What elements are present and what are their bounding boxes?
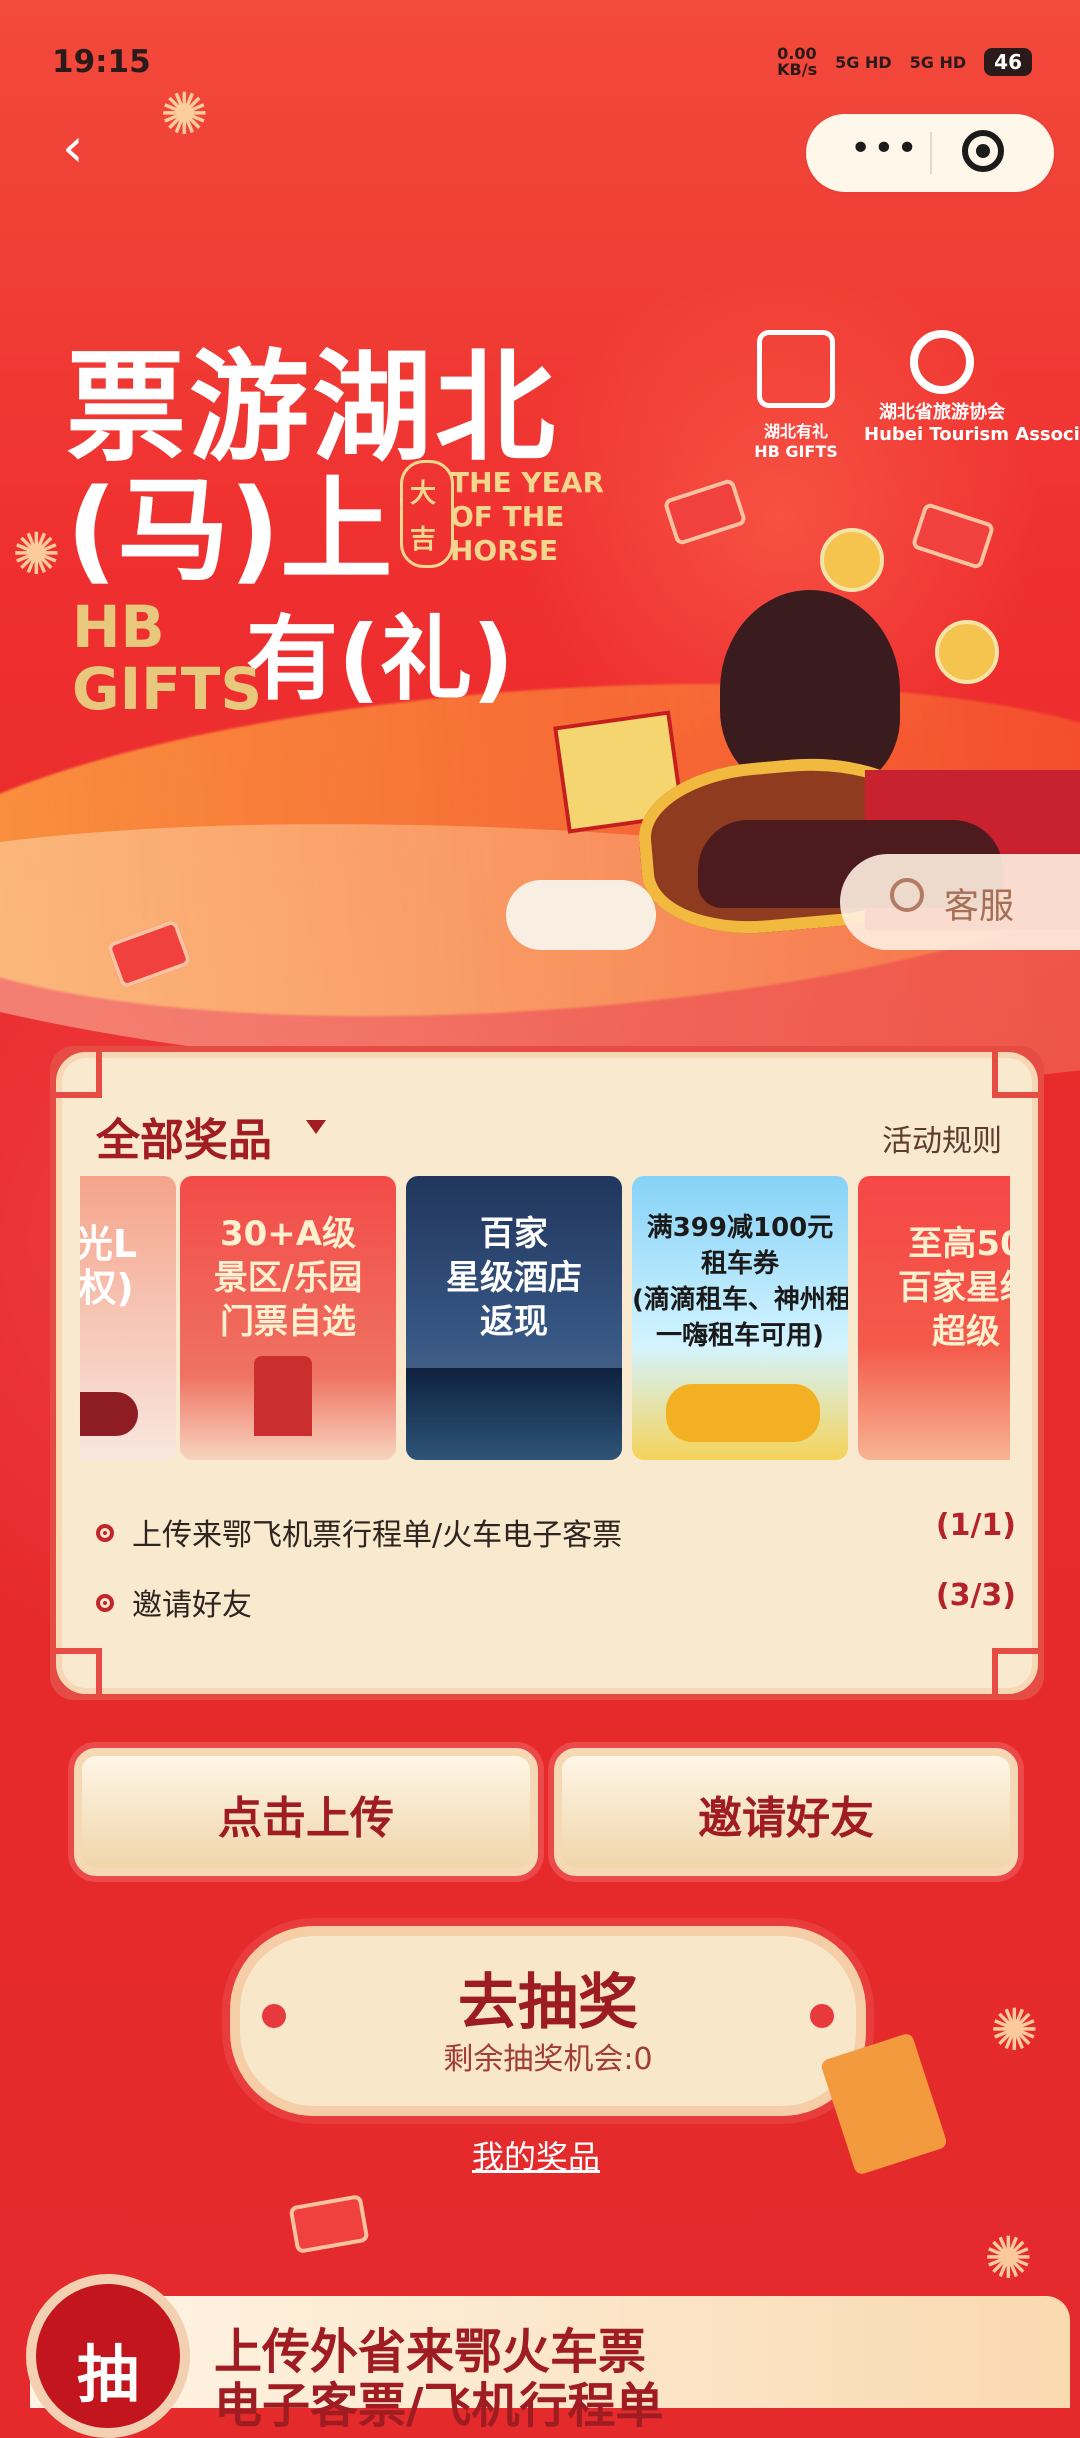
hb-gifts-label: HB GIFTS bbox=[72, 593, 263, 723]
prize-card[interactable]: 百家 星级酒店 返现 bbox=[406, 1176, 622, 1460]
firework-icon: ✺ bbox=[12, 520, 61, 588]
tourism-association-logo: 湖北省旅游协会 Hubei Tourism Association bbox=[864, 330, 1080, 446]
draw-button[interactable]: 去抽奖 剩余抽奖机会:0 bbox=[222, 1918, 874, 2124]
panel-corner bbox=[992, 1046, 1044, 1098]
headset-icon bbox=[890, 878, 924, 912]
task-progress: (3/3) bbox=[935, 1578, 1016, 1613]
firework-icon: ✺ bbox=[984, 2224, 1033, 2292]
prize-card[interactable]: 30+A级 景区/乐园 门票自选 bbox=[180, 1176, 396, 1460]
invite-button-label: 邀请好友 bbox=[698, 1793, 874, 1844]
task-list: 上传来鄂飞机票行程单/火车电子客票 (1/1) 邀请好友 (3/3) bbox=[96, 1504, 1016, 1644]
network-speed: 0.00 KB/s bbox=[777, 44, 818, 79]
bottom-banner-line-2: 电子客票/飞机行程单 bbox=[214, 2378, 664, 2434]
remaining-draw-count: 剩余抽奖机会:0 bbox=[443, 2042, 653, 2077]
seal-bottom-char: 吉 bbox=[410, 525, 437, 555]
panel-corner bbox=[50, 1648, 102, 1700]
year-of-horse-label: THE YEAR OF THE HORSE bbox=[450, 466, 605, 567]
signal-5g-2: 5G HD bbox=[909, 52, 967, 72]
task-label: 上传来鄂飞机票行程单/火车电子客票 bbox=[132, 1518, 623, 1553]
bullet-icon bbox=[96, 1594, 114, 1612]
caret-down-icon[interactable] bbox=[306, 1120, 326, 1134]
status-icons: 0.00 KB/s 5G HD 5G HD 46 bbox=[777, 46, 1032, 78]
hero-title-line-2: (马)上 bbox=[66, 466, 393, 596]
car-image bbox=[80, 1392, 138, 1436]
customer-service-button[interactable]: 客服 bbox=[840, 854, 1080, 950]
prize-panel: 全部奖品 活动规则 团追光L 使用权) 30+A级 景区/乐园 门票自选 百家 … bbox=[50, 1046, 1044, 1700]
prize-card[interactable]: 至高50 百家星级 超级 bbox=[858, 1176, 1010, 1460]
task-item: 邀请好友 (3/3) bbox=[96, 1574, 1016, 1644]
logo1-text: 湖北有礼 HB GIFTS bbox=[754, 422, 838, 461]
my-prizes-link[interactable]: 我的奖品 bbox=[472, 2132, 600, 2178]
prize-card-title: 30+A级 景区/乐园 门票自选 bbox=[213, 1214, 363, 1342]
signal-5g-1: 5G HD bbox=[835, 52, 892, 72]
prize-carousel[interactable]: 团追光L 使用权) 30+A级 景区/乐园 门票自选 百家 星级酒店 返现 满3… bbox=[80, 1176, 1010, 1460]
horse-logo-icon bbox=[757, 330, 835, 408]
cloud-illustration bbox=[506, 880, 656, 950]
firework-icon: ✺ bbox=[990, 1996, 1039, 2064]
task-label: 邀请好友 bbox=[132, 1588, 252, 1623]
more-dots-icon[interactable]: ••• bbox=[850, 128, 920, 169]
prize-card-title: 团追光L 使用权) bbox=[80, 1222, 138, 1310]
invite-friends-button[interactable]: 邀请好友 bbox=[548, 1742, 1024, 1882]
prize-card-title: 百家 星级酒店 返现 bbox=[446, 1214, 582, 1342]
panel-corner bbox=[50, 1046, 102, 1098]
prize-card[interactable]: 满399减100元 租车券 (滴滴租车、神州租车、 一嗨租车可用) bbox=[632, 1176, 848, 1460]
prize-card-title: 至高50 百家星级 超级 bbox=[898, 1224, 1010, 1352]
task-item: 上传来鄂飞机票行程单/火车电子客票 (1/1) bbox=[96, 1504, 1016, 1574]
draw-badge: 抽 bbox=[26, 2274, 190, 2438]
coin-icon bbox=[935, 620, 999, 684]
seal-top-char: 大 bbox=[410, 479, 437, 509]
draw-badge-text: 抽 bbox=[76, 2338, 139, 2411]
activity-rules-link[interactable]: 活动规则 bbox=[882, 1116, 1002, 1160]
yellow-car-image bbox=[666, 1384, 820, 1442]
fortune-seal: 大 吉 bbox=[400, 460, 454, 568]
upload-button-label: 点击上传 bbox=[218, 1793, 394, 1844]
all-prizes-dropdown[interactable]: 全部奖品 bbox=[96, 1104, 272, 1168]
draw-button-title: 去抽奖 bbox=[458, 1968, 638, 2038]
customer-service-label: 客服 bbox=[944, 887, 1015, 927]
hotel-pool-image bbox=[406, 1368, 622, 1460]
prize-card[interactable]: 团追光L 使用权) bbox=[80, 1176, 176, 1460]
coin-icon bbox=[820, 528, 884, 592]
capsule-divider bbox=[930, 132, 932, 174]
task-progress: (1/1) bbox=[935, 1508, 1016, 1543]
mini-program-capsule[interactable]: ••• bbox=[806, 114, 1054, 192]
bullet-icon bbox=[96, 1524, 114, 1542]
chevron-left-icon: ‹ bbox=[62, 116, 84, 179]
upload-button[interactable]: 点击上传 bbox=[68, 1742, 544, 1882]
panel-corner bbox=[992, 1648, 1044, 1700]
hb-gifts-logo: 湖北有礼 HB GIFTS bbox=[746, 330, 846, 461]
tower-image bbox=[254, 1356, 312, 1436]
prize-card-title: 满399减100元 租车券 (滴滴租车、神州租车、 一嗨租车可用) bbox=[632, 1213, 848, 1351]
hero-title-line-3: 有(礼) bbox=[246, 606, 515, 713]
back-button[interactable]: ‹ bbox=[62, 121, 102, 175]
status-time: 19:15 bbox=[52, 44, 151, 80]
firework-icon: ✺ bbox=[160, 80, 209, 148]
association-logo-icon bbox=[910, 330, 974, 394]
target-icon[interactable] bbox=[962, 130, 1004, 172]
battery-indicator: 46 bbox=[984, 48, 1032, 76]
